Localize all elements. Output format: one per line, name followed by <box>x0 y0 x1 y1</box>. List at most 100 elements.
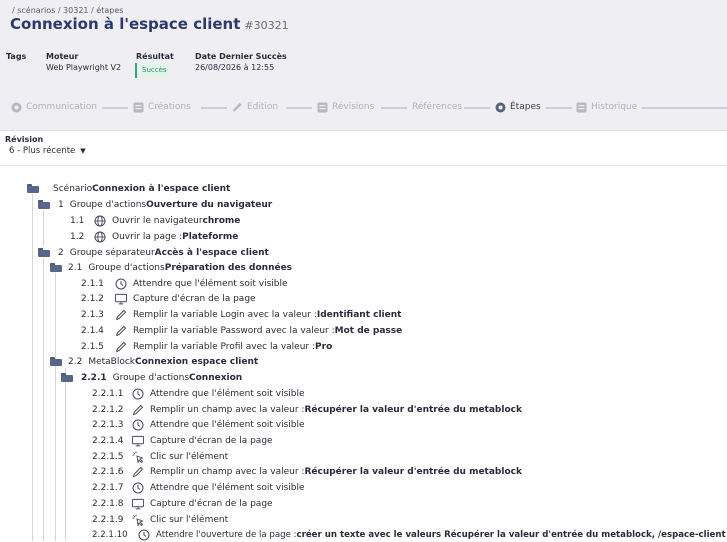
step-value: créer un texte avec le valeurs Récupérer… <box>296 529 726 540</box>
clock-icon <box>138 529 150 541</box>
step-value: Mot de passe <box>334 325 403 336</box>
step-number: 2.2.1.3 <box>92 419 124 430</box>
step-text: Groupe d'actions <box>88 262 165 273</box>
step-text: Capture d'écran de la page <box>150 435 273 446</box>
step-text: Groupe séparateur <box>69 247 155 258</box>
tree-node-group[interactable]: 2 Groupe séparateur Accès à l'espace cli… <box>38 245 269 260</box>
pencil-icon <box>115 325 127 337</box>
step-value: Connexion à l'espace client <box>92 183 231 194</box>
step-number: 1.1 <box>70 215 85 226</box>
tree-node-step[interactable]: 2.2.1.5 Clic sur l'élément <box>92 449 228 464</box>
step-value: Pro <box>315 341 333 352</box>
tree-guide <box>65 368 66 541</box>
step-number: 2.2.1.7 <box>92 482 124 493</box>
step-text: Groupe d'actions <box>69 199 147 210</box>
folder-icon <box>50 357 62 366</box>
tree-node-step[interactable]: 1.2 Ouvrir la page : Plateforme <box>70 229 238 244</box>
tree-node-step[interactable]: 1.1 Ouvrir le navigateur chrome <box>70 213 240 228</box>
step-number: 2.2.1.2 <box>92 404 124 415</box>
tree-node-group[interactable]: 2.1 Groupe d'actions Préparation des don… <box>50 260 292 275</box>
tree-guide <box>43 258 44 541</box>
tree-node-step[interactable]: 2.1.5 Remplir la variable Profil avec la… <box>81 339 332 354</box>
step-value: Connexion <box>189 372 243 383</box>
clock-icon <box>132 419 144 431</box>
step-text: Attendre l'ouverture de la page : <box>156 529 297 540</box>
click-icon <box>132 451 144 463</box>
step-text: Remplir la variable Password avec la val… <box>133 325 335 336</box>
globe-icon <box>94 215 106 227</box>
tree-node-step[interactable]: 2.1.4 Remplir la variable Password avec … <box>81 323 402 338</box>
step-number: 2.2.1.9 <box>92 514 124 525</box>
tree-node-step[interactable]: 2.1.1 Attendre que l'élément soit visibl… <box>81 276 288 291</box>
clock-icon <box>115 278 127 290</box>
globe-icon <box>94 231 106 243</box>
step-text: Remplir la variable Profil avec la valeu… <box>133 341 316 352</box>
step-text: Remplir un champ avec la valeur : <box>150 404 305 415</box>
tree-guide <box>32 194 33 541</box>
folder-icon <box>38 248 50 257</box>
tree-node-step[interactable]: 2.2.1.3 Attendre que l'élément soit visi… <box>92 417 305 432</box>
step-value: Récupérer la valeur d'entrée du metabloc… <box>304 404 522 415</box>
tree-guide <box>43 210 44 246</box>
tree-node-scenario[interactable]: Scénario Connexion à l'espace client <box>27 181 230 196</box>
pencil-icon <box>132 404 144 416</box>
step-value: chrome <box>202 215 241 226</box>
tree-node-step[interactable]: 2.2.1.9 Clic sur l'élément <box>92 512 228 527</box>
step-number: 2.2 <box>68 356 83 367</box>
tree-node-step[interactable]: 2.2.1.8 Capture d'écran de la page <box>92 496 273 511</box>
tree-node-group[interactable]: 2.2.1 Groupe d'actions Connexion <box>61 370 242 385</box>
tree-node-group[interactable]: 1 Groupe d'actions Ouverture du navigate… <box>38 197 272 212</box>
monitor-icon <box>115 293 127 305</box>
tree-node-step[interactable]: 2.1.3 Remplir la variable Login avec la … <box>81 307 401 322</box>
tree-node-metablock[interactable]: 2.2 MetaBlock Connexion espace client <box>50 354 258 369</box>
step-text: Remplir un champ avec la valeur : <box>150 466 305 477</box>
step-value: Préparation des données <box>164 262 293 273</box>
folder-icon <box>61 373 73 382</box>
step-text: MetaBlock <box>88 356 136 367</box>
step-value: Connexion espace client <box>135 356 259 367</box>
step-text: Clic sur l'élément <box>150 451 229 462</box>
step-number: 2.1.3 <box>81 309 104 320</box>
tree-node-step[interactable]: 2.2.1.1 Attendre que l'élément soit visi… <box>92 386 305 401</box>
step-value: Accès à l'espace client <box>154 247 269 258</box>
step-text: Capture d'écran de la page <box>150 498 273 509</box>
step-number: 2 <box>58 247 64 258</box>
step-value: Plateforme <box>182 231 239 242</box>
step-number: 2.1 <box>68 262 83 273</box>
step-number: 2.1.1 <box>81 278 104 289</box>
step-value: Ouverture du navigateur <box>146 199 273 210</box>
step-text: Ouvrir le navigateur <box>112 215 203 226</box>
step-text: Scénario <box>53 183 93 194</box>
tree-guide <box>55 273 56 541</box>
clock-icon <box>132 388 144 400</box>
tree-node-step[interactable]: 2.1.2 Capture d'écran de la page <box>81 291 256 306</box>
step-text: Capture d'écran de la page <box>133 293 256 304</box>
step-number: 1.2 <box>70 231 85 242</box>
step-text: Attendre que l'élément soit visible <box>150 388 305 399</box>
step-text: Attendre que l'élément soit visible <box>150 482 305 493</box>
step-text: Remplir la variable Login avec la valeur… <box>133 309 317 320</box>
click-icon <box>132 514 144 526</box>
step-value: Récupérer la valeur d'entrée du metabloc… <box>304 466 522 477</box>
tree-node-step[interactable]: 2.2.1.10 Attendre l'ouverture de la page… <box>92 527 726 542</box>
pencil-icon <box>115 341 127 353</box>
step-text: Groupe d'actions <box>112 372 190 383</box>
tree-node-step[interactable]: 2.2.1.4 Capture d'écran de la page <box>92 433 273 448</box>
step-number: 2.1.5 <box>81 341 104 352</box>
step-number: 2.2.1.4 <box>92 435 124 446</box>
tree-node-step[interactable]: 2.2.1.2 Remplir un champ avec la valeur … <box>92 402 522 417</box>
step-number: 2.2.1.10 <box>92 529 128 540</box>
step-text: Clic sur l'élément <box>150 514 229 525</box>
steps-tree: Scénario Connexion à l'espace client 1 G… <box>0 0 727 541</box>
tree-node-step[interactable]: 2.2.1.6 Remplir un champ avec la valeur … <box>92 464 522 479</box>
tree-node-step[interactable]: 2.2.1.7 Attendre que l'élément soit visi… <box>92 480 305 495</box>
step-number: 2.1.4 <box>81 325 104 336</box>
clock-icon <box>132 482 144 494</box>
step-number: 2.1.2 <box>81 293 104 304</box>
monitor-icon <box>132 498 144 510</box>
step-text: Attendre que l'élément soit visible <box>133 278 288 289</box>
pencil-icon <box>115 309 127 321</box>
folder-icon <box>50 263 62 272</box>
step-number: 2.2.1.1 <box>92 388 124 399</box>
step-value: Identifiant client <box>316 309 402 320</box>
